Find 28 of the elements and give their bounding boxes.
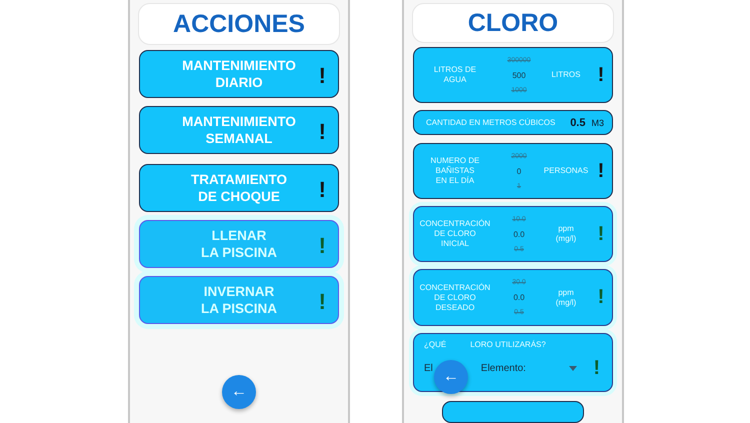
field-label: CONCENTRACIÓN DE CLORO DESEADO — [418, 282, 492, 313]
unit-label: LITROS — [550, 70, 582, 80]
info-button[interactable]: ! — [590, 286, 612, 310]
screen-title: CLORO — [468, 8, 558, 38]
action-button[interactable]: MANTENIMIENTO DIARIO ! — [139, 50, 339, 98]
question-label: LORO UTILIZARÁS? — [470, 340, 546, 349]
result-value: 0.5 — [570, 116, 586, 129]
unit-label: ppm (mg/l) — [554, 288, 578, 308]
dropdown-text[interactable]: El — [424, 362, 433, 374]
result-label: CANTIDAD EN METROS CÚBICOS — [426, 118, 556, 128]
field-label: CONCENTRACIÓN DE CLORO INICIAL — [418, 219, 492, 250]
caret-icon[interactable] — [569, 366, 578, 371]
info-button[interactable]: ! — [590, 222, 612, 246]
screen-title: ACCIONES — [173, 10, 305, 38]
info-button[interactable]: ! — [590, 64, 612, 87]
field-label: LITROS DE AGUA — [432, 65, 478, 86]
info-button[interactable]: ! — [593, 356, 600, 380]
action-button[interactable]: TRATAMIENTO DE CHOQUE ! — [139, 164, 339, 212]
info-button[interactable]: ! — [590, 160, 612, 183]
unit-label: ppm (mg/l) — [554, 224, 578, 244]
dropdown-text[interactable]: Elemento: — [480, 362, 526, 374]
question-label: ¿QUÉ — [424, 340, 446, 349]
field-label: NUMERO DE BAÑISTAS EN EL DÍA — [430, 156, 480, 186]
bottom-button[interactable] — [442, 401, 584, 423]
unit-label: PERSONAS — [542, 166, 590, 176]
unit-label: M3 — [591, 118, 604, 128]
action-button[interactable]: MANTENIMIENTO SEMANAL ! — [139, 106, 339, 154]
back-button[interactable]: ← — [222, 375, 256, 409]
